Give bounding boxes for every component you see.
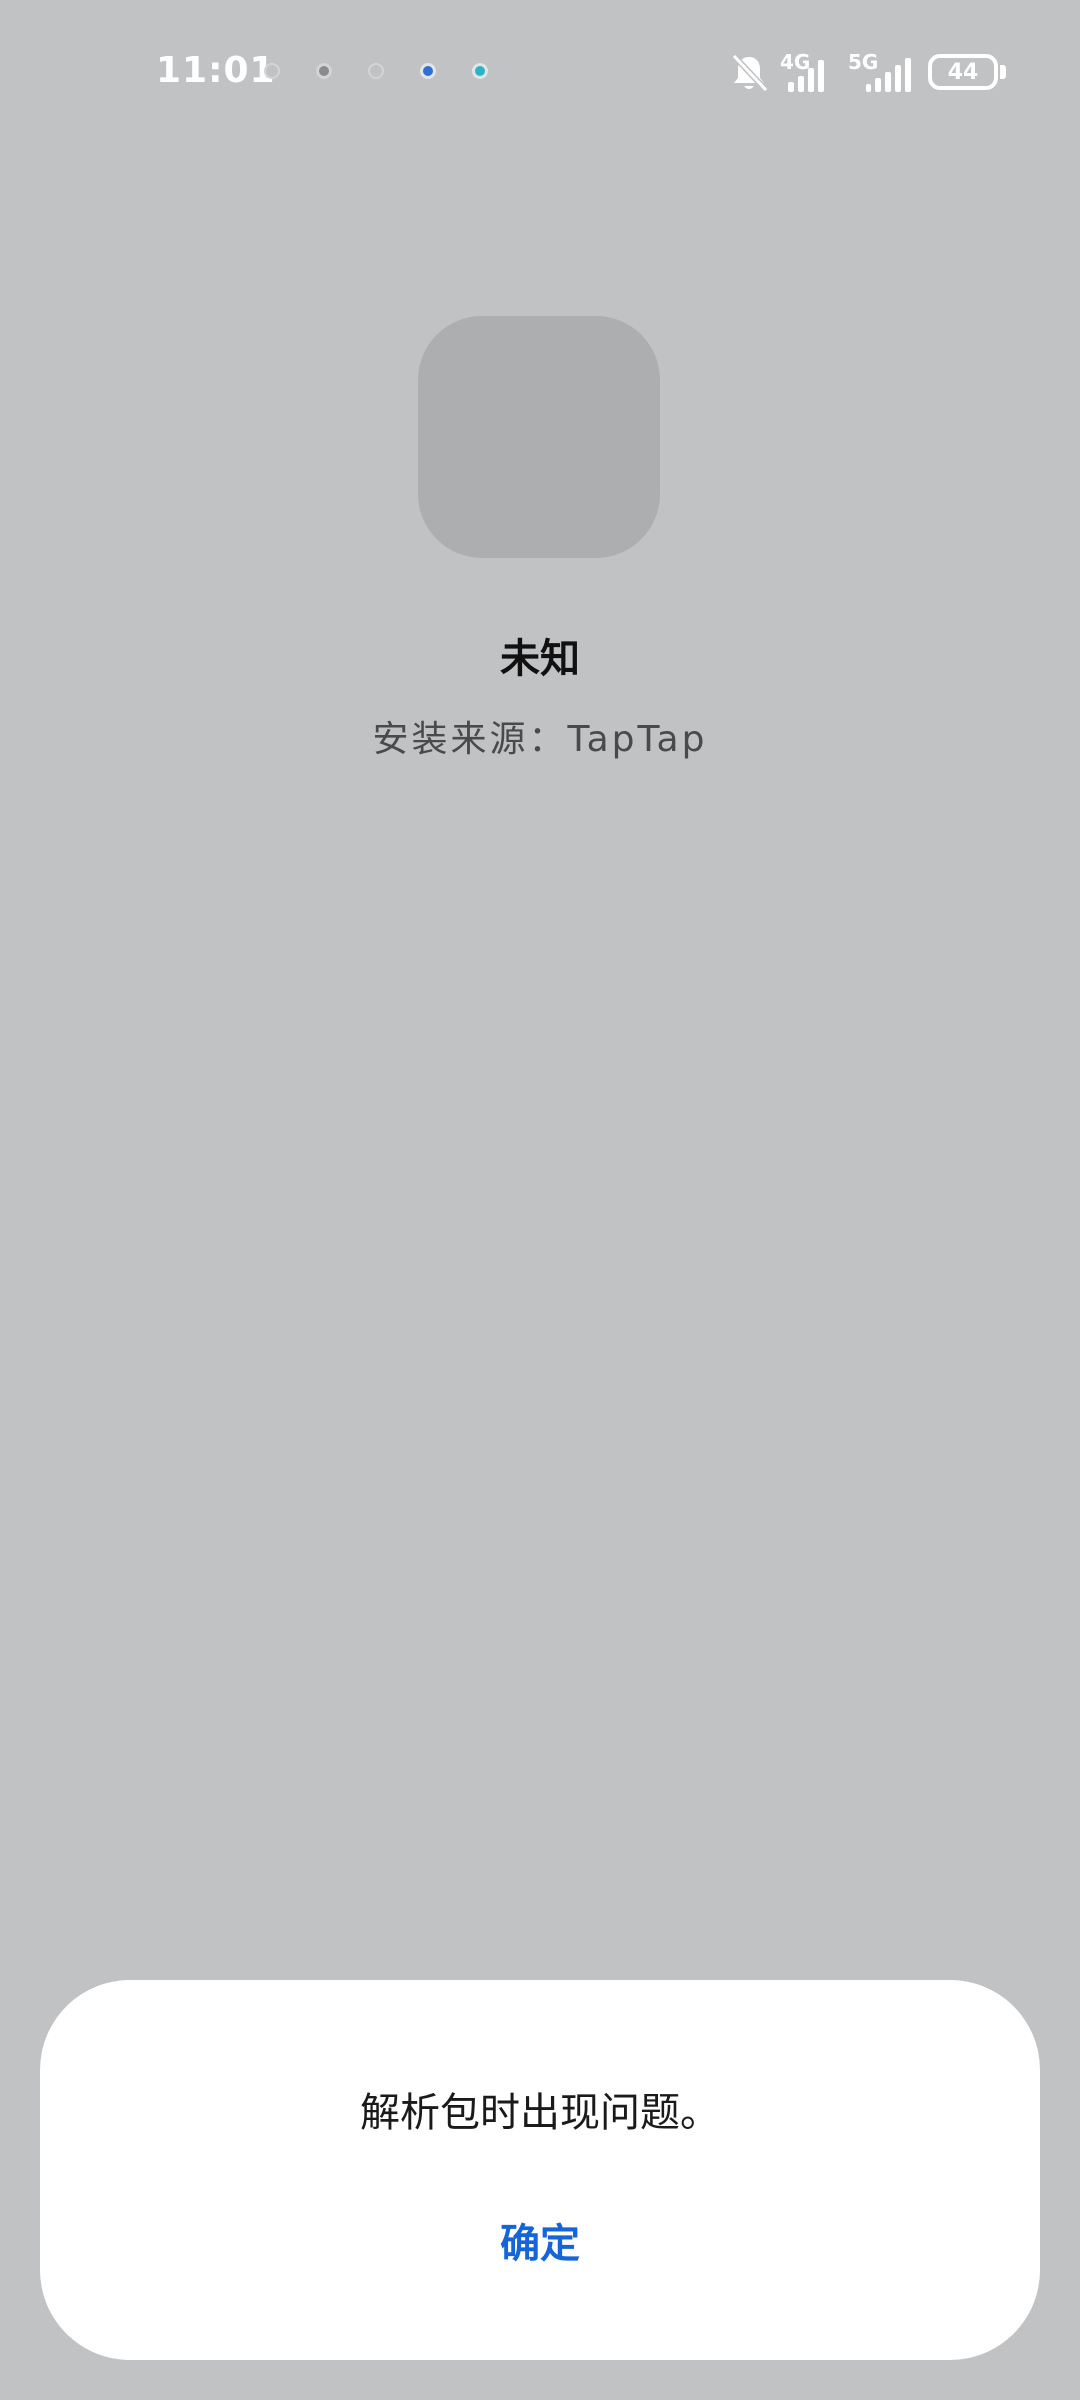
battery-nub <box>1000 65 1006 79</box>
status-bar: 11:01 4G 5G 44 <box>0 0 1080 150</box>
install-source: 安装来源：TapTap <box>372 719 708 760</box>
sync-icon <box>264 63 280 79</box>
battery-icon: 44 <box>928 54 998 90</box>
error-dialog: 解析包时出现问题。 确定 <box>40 1980 1040 2360</box>
status-time: 11:01 <box>156 50 276 91</box>
app-icon-placeholder <box>418 316 660 558</box>
signal-strength-icon <box>788 60 824 92</box>
app-dot-teal-icon <box>472 63 488 79</box>
camera-dot-icon <box>316 63 332 79</box>
battery-level: 44 <box>947 59 979 85</box>
signal-strength-icon <box>866 58 911 92</box>
confirm-button[interactable]: 确定 <box>440 2200 640 2280</box>
app-name: 未知 <box>500 636 580 682</box>
app-dot-blue-icon <box>420 63 436 79</box>
bell-muted-icon <box>731 53 769 93</box>
dialog-message: 解析包时出现问题。 <box>360 2090 720 2136</box>
sync-icon <box>368 63 384 79</box>
